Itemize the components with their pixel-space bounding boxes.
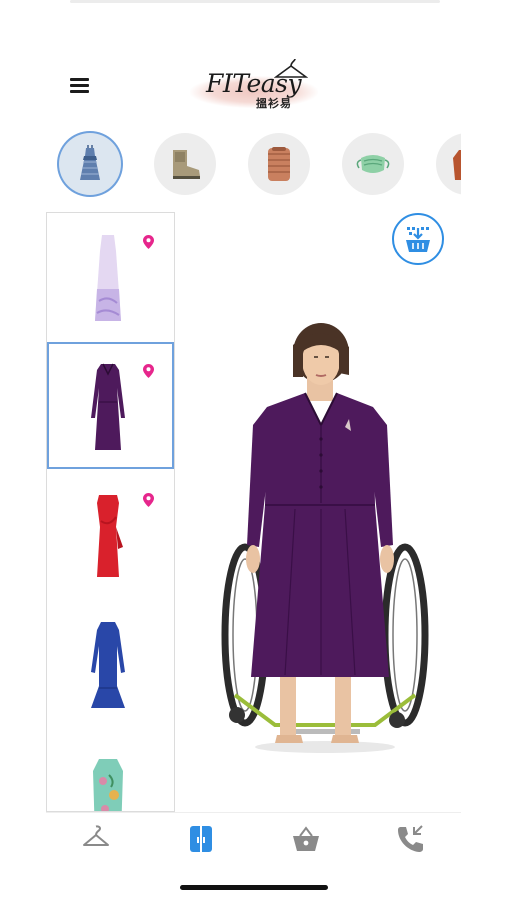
- face-mask-icon: [356, 155, 390, 173]
- nav-wardrobe-hanger[interactable]: [76, 823, 116, 855]
- avatar-model-in-wheelchair: [221, 323, 429, 753]
- category-boots[interactable]: [154, 133, 216, 195]
- category-dresses[interactable]: [59, 133, 121, 195]
- nav-basket[interactable]: [286, 823, 326, 855]
- category-masks[interactable]: [342, 133, 404, 195]
- app-logo: FITeasy 搵衫易: [186, 58, 326, 112]
- hanger-icon: [83, 825, 109, 846]
- blue-dress-image: [91, 622, 125, 708]
- basket-download-icon: [406, 227, 430, 252]
- status-bar-line: [70, 0, 440, 3]
- boot-icon: [173, 150, 200, 179]
- purple-dress-image: [91, 363, 125, 450]
- lavender-dress-image: [95, 235, 121, 321]
- logo-wordmark: FITeasy: [206, 69, 302, 98]
- phone-icon: [398, 825, 423, 852]
- nav-fitting-room[interactable]: [181, 823, 221, 855]
- location-pin-icon: [143, 235, 154, 249]
- bottom-navigation: [46, 812, 461, 863]
- garment-list[interactable]: [46, 212, 175, 812]
- jacket-icon: [453, 150, 461, 180]
- garment-item-red-dress[interactable]: [47, 471, 174, 598]
- dress-icon: [80, 145, 100, 180]
- sweater-icon: [268, 147, 290, 181]
- garment-item-blue-dress[interactable]: [47, 600, 174, 727]
- floral-dress-image: [93, 759, 123, 811]
- home-indicator: [180, 885, 328, 890]
- category-jackets[interactable]: [436, 133, 461, 195]
- wardrobe-icon: [190, 826, 212, 852]
- garment-item-purple-dress[interactable]: [47, 342, 174, 469]
- add-to-basket-button[interactable]: [392, 213, 444, 265]
- red-dress-image: [97, 495, 123, 577]
- category-tops[interactable]: [248, 133, 310, 195]
- logo-subtitle: 搵衫易: [256, 98, 292, 110]
- garment-item-lavender-dress[interactable]: [47, 213, 174, 340]
- basket-icon: [293, 826, 319, 851]
- location-pin-icon: [143, 493, 154, 507]
- hamburger-menu-icon[interactable]: [68, 74, 92, 96]
- nav-contact[interactable]: [390, 823, 430, 855]
- category-bar: [46, 130, 461, 200]
- garment-item-floral-dress[interactable]: [47, 729, 174, 811]
- location-pin-icon: [143, 364, 154, 378]
